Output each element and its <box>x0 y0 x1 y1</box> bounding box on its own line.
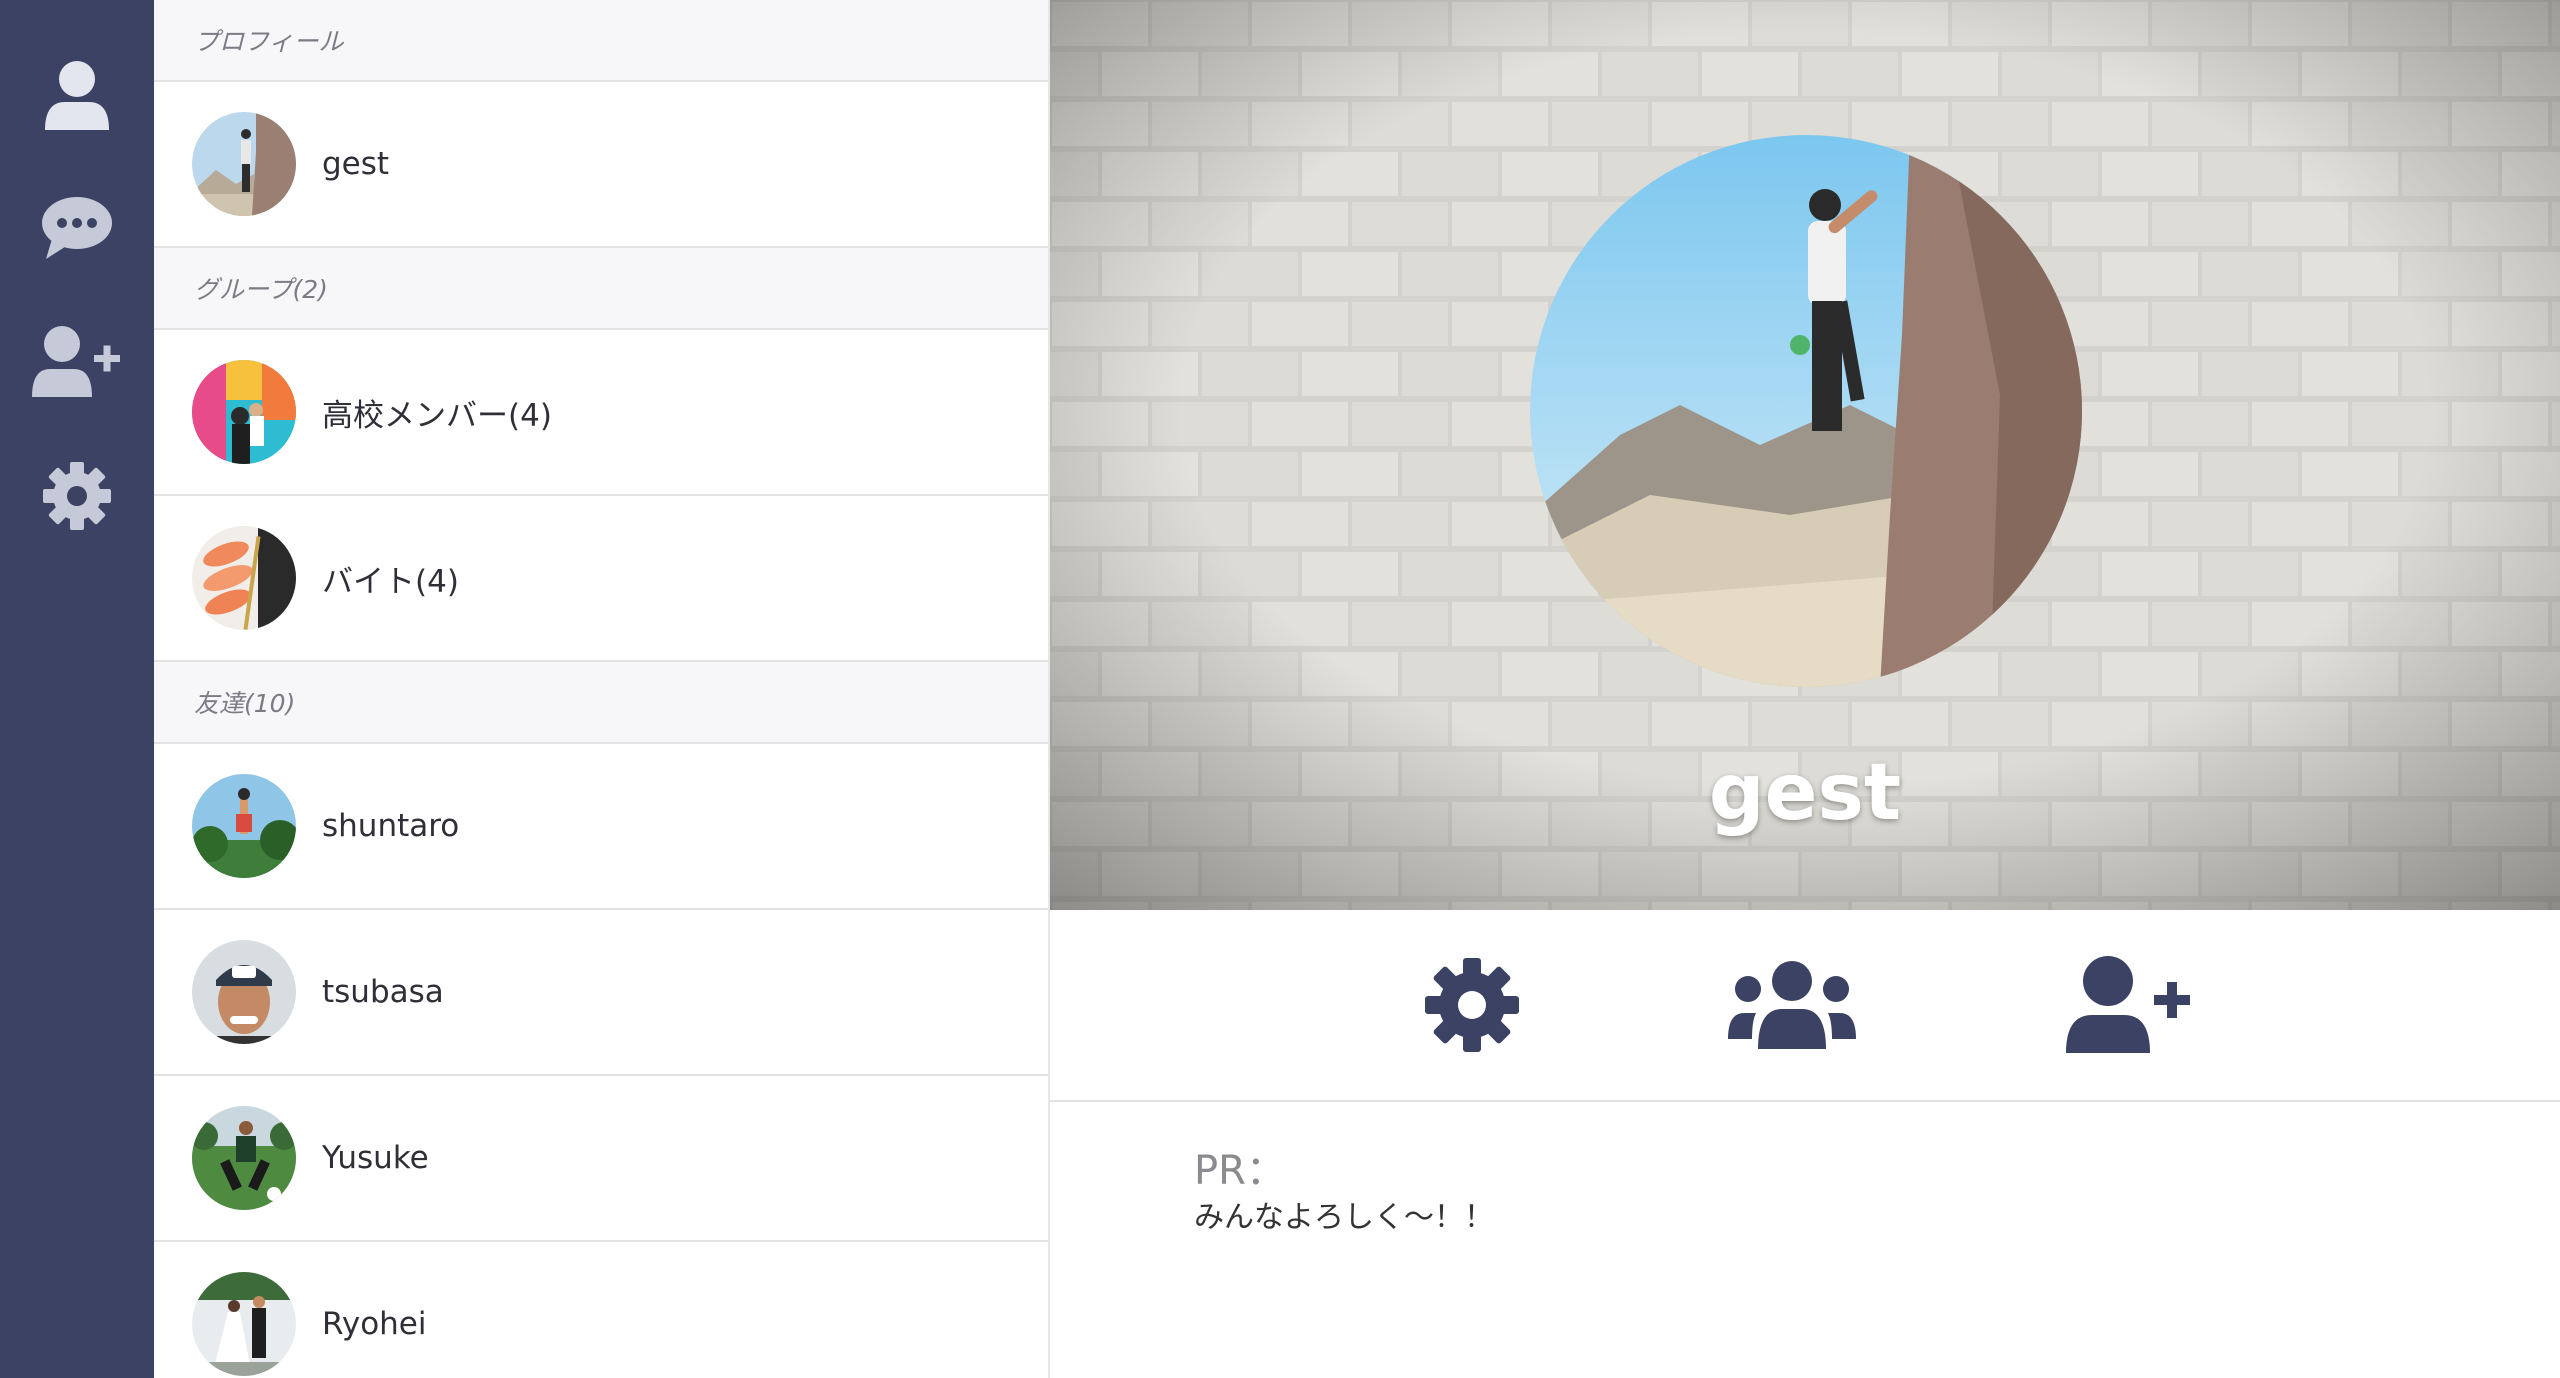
profile-settings-button[interactable] <box>1402 950 1542 1060</box>
rail-settings-button[interactable] <box>0 436 154 556</box>
profile-pane: gest PR： みんなよろしく〜！！ <box>1050 0 2560 1378</box>
list-item-label: バイト(4) <box>322 563 459 600</box>
profile-avatar <box>1530 135 2082 687</box>
rail-chat-button[interactable] <box>0 168 154 288</box>
avatar <box>192 112 296 216</box>
chat-bubble-icon <box>42 197 112 259</box>
list-item-label: shuntaro <box>322 808 460 844</box>
rail-add-friend-button[interactable] <box>0 302 154 422</box>
friend-list-panel: プロフィール gest グループ(2) 高校メンバー(4) バイト(4) 友達(… <box>154 0 1050 1378</box>
icon-rail <box>0 0 154 1378</box>
section-header-groups: グループ(2) <box>154 248 1048 330</box>
list-item-friend[interactable]: Ryohei <box>154 1242 1048 1378</box>
list-item-profile-gest[interactable]: gest <box>154 82 1048 248</box>
add-user-icon <box>32 326 120 397</box>
profile-action-bar <box>1050 910 2560 1102</box>
section-header-label: プロフィール <box>194 27 344 56</box>
group-icon <box>1728 961 1856 1049</box>
pr-title: PR： <box>1194 1148 1286 1194</box>
profile-group-button[interactable] <box>1722 950 1862 1060</box>
add-user-icon <box>2066 956 2190 1053</box>
list-item-friend[interactable]: Yusuke <box>154 1076 1048 1242</box>
list-item-label: Ryohei <box>322 1306 427 1342</box>
avatar <box>192 1272 296 1376</box>
section-header-label: グループ(2) <box>194 275 328 304</box>
profile-name: gest <box>1708 748 1902 838</box>
profile-add-friend-button[interactable] <box>2058 950 2198 1060</box>
cover-image: gest <box>1050 0 2560 910</box>
list-item-friend[interactable]: tsubasa <box>154 910 1048 1076</box>
list-item-label: 高校メンバー(4) <box>322 397 552 434</box>
avatar <box>192 940 296 1044</box>
section-header-profile: プロフィール <box>154 0 1048 82</box>
avatar <box>192 526 296 630</box>
list-item-group[interactable]: バイト(4) <box>154 496 1048 662</box>
avatar <box>192 774 296 878</box>
gear-icon <box>43 462 111 530</box>
pr-text: みんなよろしく〜！！ <box>1194 1200 1494 1235</box>
list-item-label: gest <box>322 146 390 182</box>
list-item-label: Yusuke <box>322 1140 429 1176</box>
rail-profile-button[interactable] <box>0 36 154 156</box>
list-item-friend[interactable]: shuntaro <box>154 744 1048 910</box>
list-item-label: tsubasa <box>322 974 444 1010</box>
avatar <box>192 1106 296 1210</box>
section-header-label: 友達(10) <box>194 689 296 718</box>
user-icon <box>45 61 109 130</box>
list-item-group[interactable]: 高校メンバー(4) <box>154 330 1048 496</box>
gear-icon <box>1425 958 1519 1052</box>
avatar <box>192 360 296 464</box>
section-header-friends: 友達(10) <box>154 662 1048 744</box>
